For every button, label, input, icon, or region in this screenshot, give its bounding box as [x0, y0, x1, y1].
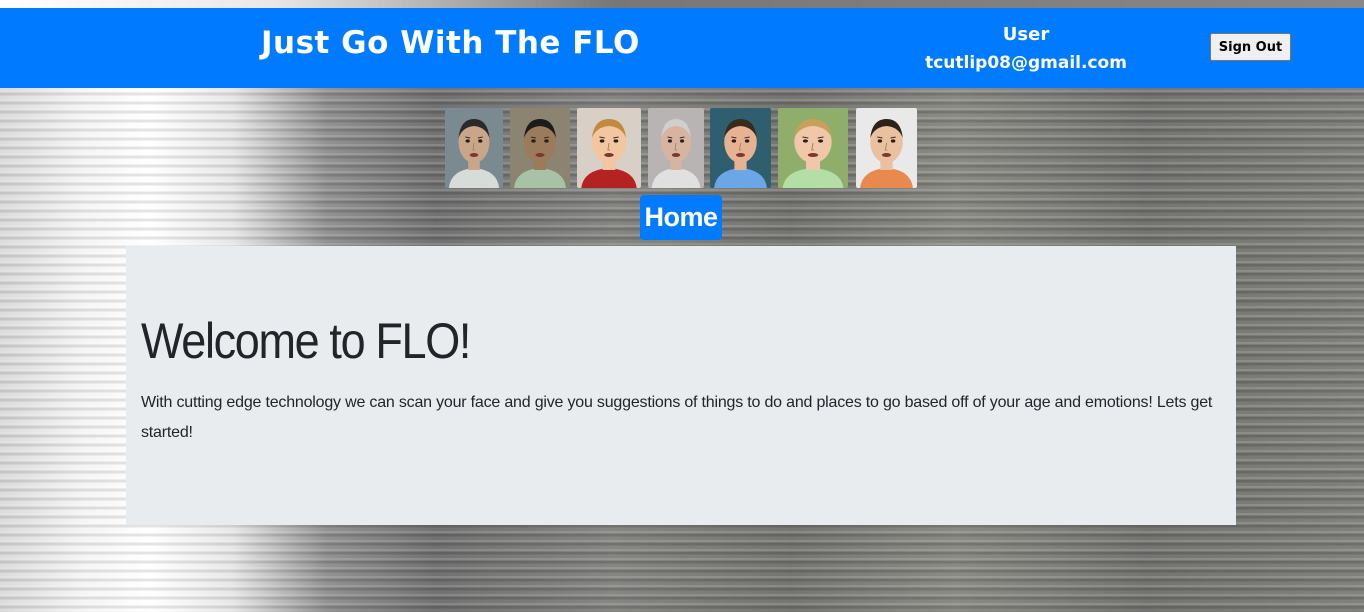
angry-face-photo — [445, 108, 503, 188]
user-label: User — [1002, 24, 1050, 45]
welcome-description: With cutting edge technology we can scan… — [141, 394, 1213, 441]
shocked-kid-photo — [577, 108, 641, 188]
top-background-strip — [0, 0, 1364, 8]
smiling-man-photo — [710, 108, 771, 188]
sign-out-button[interactable]: Sign Out — [1210, 33, 1291, 61]
welcome-jumbotron: Welcome to FLO! With cutting edge techno… — [126, 246, 1236, 525]
welcome-heading: Welcome to FLO! — [141, 313, 471, 369]
home-nav-button[interactable]: Home — [640, 195, 722, 240]
header-bar: Just Go With The FLO User tcutlip08@gmai… — [0, 8, 1364, 88]
surprised-man-photo — [856, 108, 917, 188]
user-info: User tcutlip08@gmail.com — [906, 20, 1146, 78]
user-email: tcutlip08@gmail.com — [925, 53, 1127, 73]
site-title: Just Go With The FLO — [261, 25, 640, 61]
selfie-face-photo — [510, 108, 570, 188]
frowning-bald-man-photo — [648, 108, 704, 188]
sad-girl-photo — [778, 108, 848, 188]
